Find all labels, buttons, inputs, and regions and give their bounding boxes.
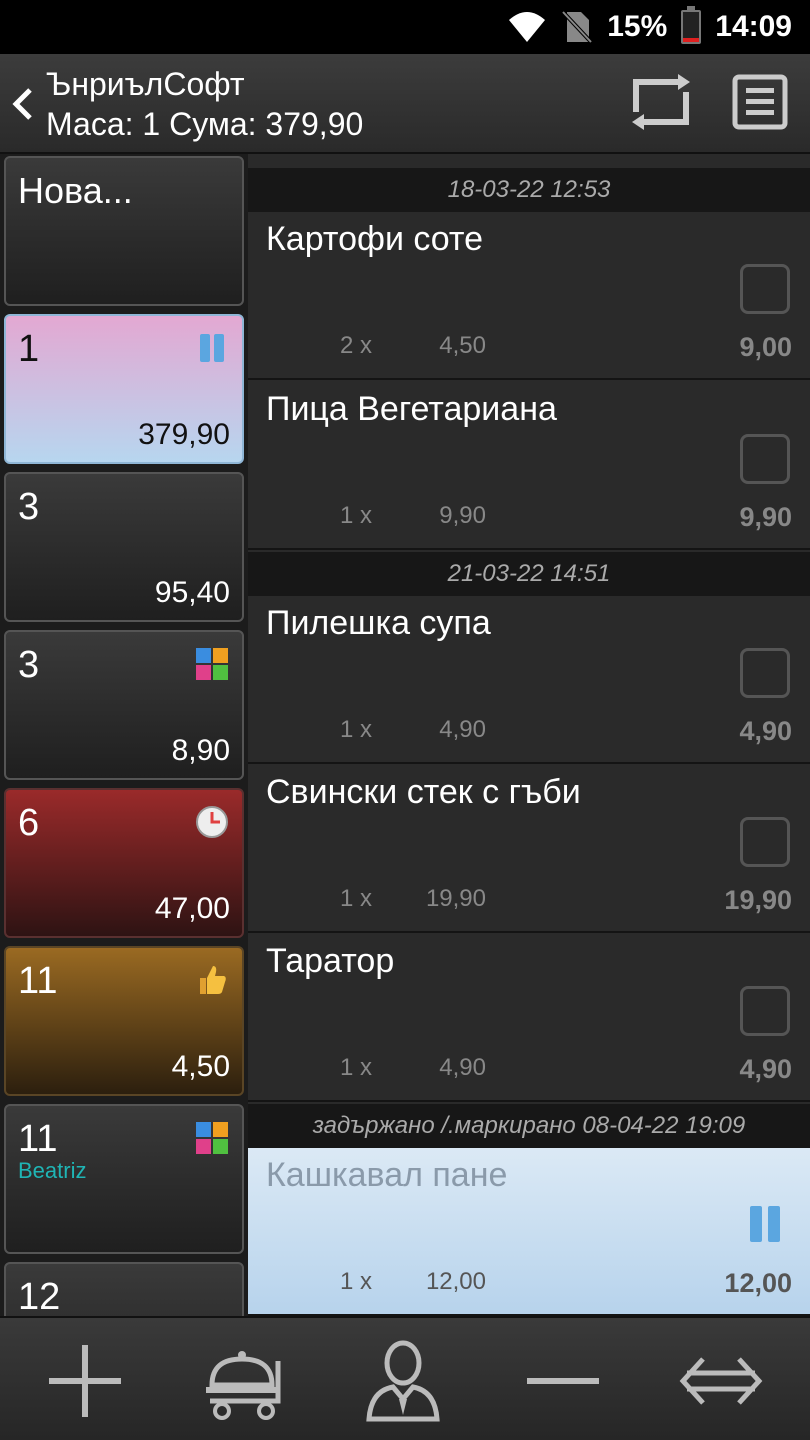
table-amount: 4,50: [171, 1050, 230, 1083]
item-name: Картофи соте: [266, 220, 484, 258]
app-header: ЪнриълСофт Маса: 1 Сума: 379,90: [0, 54, 810, 154]
refresh-icon[interactable]: [628, 72, 694, 132]
service-grid-icon: [196, 648, 228, 680]
item-quantity: 1 x: [340, 885, 373, 912]
status-bar: 15% 14:09: [0, 0, 810, 54]
item-checkbox[interactable]: [740, 264, 790, 314]
order-group-header: задържано /.маркирано 08-04-22 19:09: [248, 1104, 810, 1148]
item-total: 4,90: [739, 716, 792, 746]
order-group-header: 21-03-22 14:51: [248, 552, 810, 596]
item-name: Свински стек с гъби: [266, 773, 581, 811]
remove-item-button[interactable]: [518, 1336, 608, 1426]
item-name: Пилешка супа: [266, 604, 491, 642]
clock-icon: [196, 806, 228, 838]
table-summary: Маса: 1 Сума: 379,90: [46, 106, 364, 142]
item-quantity: 1 x: [340, 502, 373, 529]
tables-list: Нова... 1 379,90 3 95,40 3 8,90 6 47,00 …: [0, 154, 248, 1316]
table-number: 3: [18, 644, 40, 686]
item-name: Таратор: [266, 942, 395, 980]
pause-icon: [750, 1206, 780, 1242]
item-unit-price: 4,50: [439, 332, 486, 359]
item-unit-price: 19,90: [425, 885, 486, 912]
thumbs-up-icon: [200, 966, 226, 994]
battery-percent: 15%: [607, 10, 668, 43]
table-number: 11: [18, 960, 58, 1002]
wifi-icon: [509, 12, 546, 42]
item-checkbox[interactable]: [740, 434, 790, 484]
app-title: ЪнриълСофт: [46, 66, 245, 102]
plus-icon: [49, 1345, 121, 1417]
transfer-arrows-icon: [679, 1357, 763, 1405]
new-table-tile[interactable]: Нова...: [4, 156, 244, 306]
item-unit-price: 4,90: [439, 716, 486, 743]
item-unit-price: 4,90: [439, 1054, 486, 1081]
order-item[interactable]: Пица Вегетариана 1 x 9,90 9,90: [248, 382, 810, 550]
table-number: 11: [18, 1118, 58, 1160]
order-item[interactable]: Таратор 1 x 4,90 4,90: [248, 934, 810, 1102]
serve-button[interactable]: [200, 1336, 290, 1426]
item-total: 19,90: [724, 885, 792, 915]
table-amount: 47,00: [154, 892, 230, 925]
item-quantity: 1 x: [340, 1268, 373, 1295]
waiter-button[interactable]: [358, 1336, 448, 1426]
item-unit-price: 9,90: [439, 502, 486, 529]
table-tile-selected[interactable]: 1 379,90: [4, 314, 244, 464]
item-total: 12,00: [724, 1268, 792, 1298]
item-quantity: 2 x: [340, 332, 373, 359]
back-chevron-icon[interactable]: [10, 84, 34, 124]
transfer-button[interactable]: [676, 1336, 766, 1426]
waiter-icon: [366, 1340, 440, 1422]
order-item[interactable]: Пилешка супа 1 x 4,90 4,90: [248, 596, 810, 764]
table-tile[interactable]: 3 8,90: [4, 630, 244, 780]
table-amount: 95,40: [154, 576, 230, 609]
add-item-button[interactable]: [40, 1336, 130, 1426]
table-tile[interactable]: 12: [4, 1262, 244, 1316]
table-number: 3: [18, 486, 40, 528]
item-unit-price: 12,00: [425, 1268, 486, 1295]
table-number: 6: [18, 802, 40, 844]
battery-icon: [681, 6, 702, 44]
pause-icon: [200, 334, 224, 362]
table-number: 12: [18, 1276, 61, 1316]
item-total: 4,90: [739, 1054, 792, 1084]
table-number: 1: [18, 328, 40, 370]
table-tile[interactable]: 3 95,40: [4, 472, 244, 622]
item-name: Пица Вегетариана: [266, 390, 557, 428]
item-total: 9,90: [739, 502, 792, 532]
table-amount: 379,90: [138, 418, 230, 451]
order-item-held[interactable]: Кашкавал пане 1 x 12,00 12,00: [248, 1148, 810, 1316]
table-number: Нова...: [18, 170, 133, 211]
waiter-name: Beatriz: [18, 1158, 87, 1183]
item-quantity: 1 x: [340, 1054, 373, 1081]
item-checkbox[interactable]: [740, 648, 790, 698]
item-quantity: 1 x: [340, 716, 373, 743]
item-checkbox[interactable]: [740, 986, 790, 1036]
item-checkbox[interactable]: [740, 817, 790, 867]
table-amount: 8,90: [171, 734, 230, 767]
clock-time: 14:09: [715, 10, 792, 43]
order-group-header: 18-03-22 12:53: [248, 168, 810, 212]
serving-cart-icon: [206, 1351, 281, 1420]
item-total: 9,00: [739, 332, 792, 362]
order-item[interactable]: Картофи соте 2 x 4,50 9,00: [248, 212, 810, 380]
table-tile[interactable]: 11 Beatriz: [4, 1104, 244, 1254]
order-item[interactable]: Свински стек с гъби 1 x 19,90 19,90: [248, 765, 810, 933]
menu-list-icon[interactable]: [732, 74, 788, 130]
item-name: Кашкавал пане: [266, 1156, 508, 1194]
service-grid-icon: [196, 1122, 228, 1154]
minus-icon: [527, 1378, 599, 1384]
order-items-list: 18-03-22 12:53 Картофи соте 2 x 4,50 9,0…: [248, 154, 810, 1316]
bottom-toolbar: [0, 1316, 810, 1440]
table-tile[interactable]: 11 4,50: [4, 946, 244, 1096]
no-sim-icon: [561, 10, 593, 44]
table-tile[interactable]: 6 47,00: [4, 788, 244, 938]
